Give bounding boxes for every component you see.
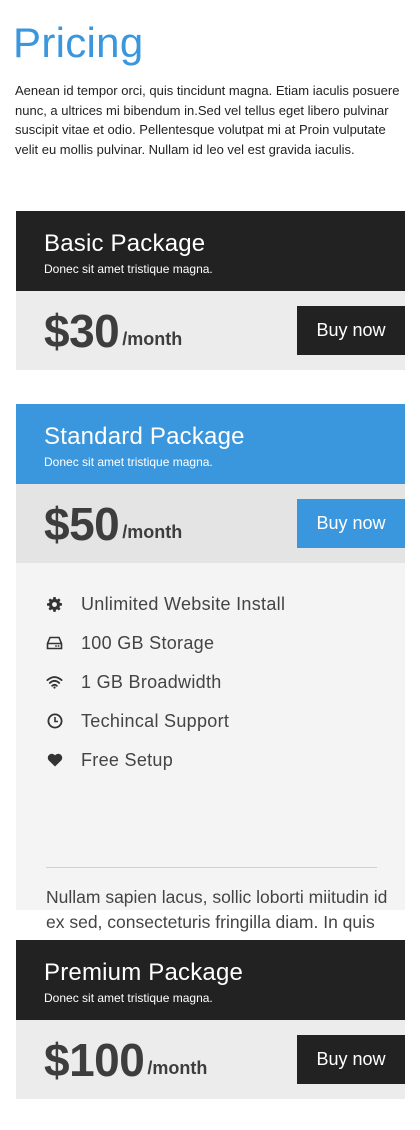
package-name: Basic Package	[44, 230, 206, 257]
package-name: Standard Package	[44, 423, 245, 450]
clock-icon	[46, 713, 63, 730]
package-subtitle: Donec sit amet tristique magna.	[44, 455, 213, 469]
price-amount: $50	[44, 497, 120, 550]
price-period: /month	[122, 329, 183, 349]
intro-text: Aenean id tempor orci, quis tincidunt ma…	[15, 83, 400, 157]
package-subtitle: Donec sit amet tristique magna.	[44, 991, 213, 1005]
price-period: /month	[147, 1058, 208, 1078]
list-item: 1 GB Broadwidth	[46, 670, 222, 694]
standard-price-row: $50 /month Buy now	[16, 484, 405, 563]
premium-package-header: Premium Package Donec sit amet tristique…	[16, 940, 405, 1020]
wifi-icon	[46, 674, 63, 691]
divider	[46, 867, 377, 868]
list-item: Techincal Support	[46, 709, 229, 733]
price: $30 /month	[44, 291, 182, 370]
basic-package-header: Basic Package Donec sit amet tristique m…	[16, 211, 405, 291]
standard-buy-now-button[interactable]: Buy now	[297, 499, 405, 548]
feature-label: 100 GB Storage	[81, 632, 215, 653]
list-item: Unlimited Website Install	[46, 592, 285, 616]
feature-label: Free Setup	[81, 749, 174, 770]
basic-package-card: Basic Package Donec sit amet tristique m…	[16, 211, 405, 370]
gear-icon	[46, 596, 63, 613]
price-amount: $30	[44, 304, 120, 357]
feature-label: Techincal Support	[81, 710, 230, 731]
price-period: /month	[122, 522, 183, 542]
basic-buy-now-button[interactable]: Buy now	[297, 306, 405, 355]
feature-label: 1 GB Broadwidth	[81, 671, 222, 692]
package-name: Premium Package	[44, 959, 244, 986]
list-item: Free Setup	[46, 748, 173, 772]
standard-package-header: Standard Package Donec sit amet tristiqu…	[16, 404, 405, 484]
standard-package-card: Standard Package Donec sit amet tristiqu…	[16, 404, 405, 957]
basic-price-row: $30 /month Buy now	[16, 291, 405, 370]
heart-icon	[46, 752, 63, 769]
features-list: Unlimited Website Install 100 GB Storage…	[16, 563, 405, 957]
package-subtitle: Donec sit amet tristique magna.	[44, 262, 213, 276]
price-amount: $100	[44, 1033, 145, 1086]
premium-buy-now-button[interactable]: Buy now	[297, 1035, 405, 1084]
list-item: 100 GB Storage	[46, 631, 214, 655]
feature-label: Unlimited Website Install	[81, 593, 286, 614]
premium-price-row: $100 /month Buy now	[16, 1020, 405, 1099]
price: $100 /month	[44, 1020, 207, 1099]
hard-drive-icon	[46, 635, 63, 652]
price: $50 /month	[44, 484, 182, 563]
page-title: Pricing	[13, 19, 144, 66]
premium-package-card: Premium Package Donec sit amet tristique…	[16, 940, 405, 1099]
